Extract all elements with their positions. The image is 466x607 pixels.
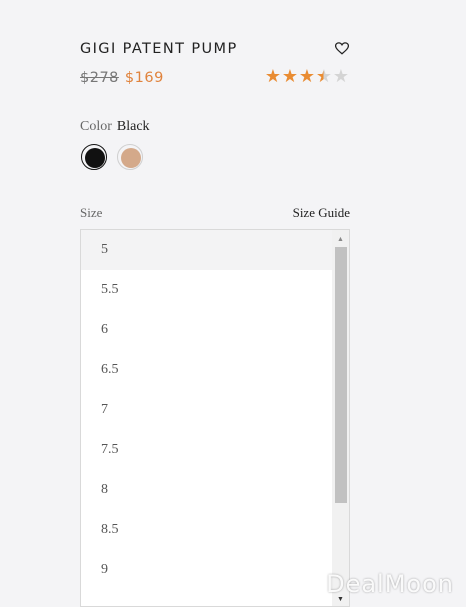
price: $278 $169 bbox=[80, 70, 164, 86]
color-selector-label: Color Black bbox=[80, 119, 150, 135]
selected-color-name: Black bbox=[116, 119, 150, 134]
scrollbar[interactable]: ▲ ▼ bbox=[332, 230, 349, 606]
swatch-nude[interactable] bbox=[117, 144, 143, 170]
star-rating: ★ ★ ★ ★ ★ bbox=[264, 66, 349, 86]
size-option[interactable]: 8.5 bbox=[81, 510, 332, 550]
scrollbar-thumb[interactable] bbox=[335, 247, 347, 503]
watermark-logo: DealMoon bbox=[326, 570, 454, 598]
swatch-black-fill bbox=[85, 148, 105, 168]
size-option[interactable]: 5 bbox=[81, 230, 332, 270]
original-price: $278 bbox=[80, 70, 119, 86]
swatch-nude-fill bbox=[121, 148, 141, 168]
sale-price: $169 bbox=[124, 70, 164, 86]
star-icon: ★ bbox=[332, 66, 349, 86]
size-option[interactable]: 6.5 bbox=[81, 350, 332, 390]
star-icon: ★ bbox=[281, 66, 298, 86]
star-icon: ★ bbox=[315, 66, 332, 86]
size-option[interactable]: 9 bbox=[81, 550, 332, 590]
size-option[interactable]: 6 bbox=[81, 310, 332, 350]
size-option[interactable]: 7 bbox=[81, 390, 332, 430]
size-label: Size bbox=[80, 205, 103, 220]
swatch-black[interactable] bbox=[81, 144, 107, 170]
size-guide-link[interactable]: Size Guide bbox=[293, 205, 350, 221]
scroll-up-icon[interactable]: ▲ bbox=[332, 232, 349, 246]
star-icon: ★ bbox=[298, 66, 315, 86]
product-title: GIGI PATENT PUMP bbox=[80, 41, 238, 57]
size-listbox[interactable]: 5 5.5 6 6.5 7 7.5 8 8.5 9 ▲ ▼ bbox=[80, 229, 350, 607]
size-option[interactable]: 5.5 bbox=[81, 270, 332, 310]
heart-icon[interactable] bbox=[335, 42, 349, 55]
size-option[interactable]: 7.5 bbox=[81, 430, 332, 470]
star-icon: ★ bbox=[264, 66, 281, 86]
size-option[interactable]: 8 bbox=[81, 470, 332, 510]
color-label: Color bbox=[80, 119, 112, 134]
